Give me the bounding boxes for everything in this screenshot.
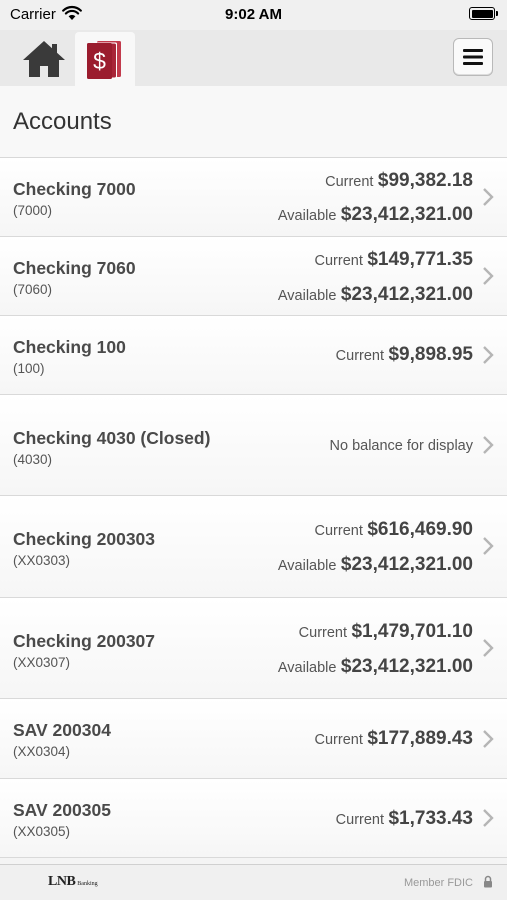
accounts-dollar-icon: $ bbox=[87, 41, 121, 79]
footer: LNB Banking Member FDIC bbox=[0, 864, 507, 900]
page-header: Accounts bbox=[0, 86, 507, 158]
account-name: Checking 100 bbox=[13, 337, 126, 357]
account-number: (4030) bbox=[13, 452, 53, 467]
balance-label: Current bbox=[314, 732, 363, 748]
chevron-right-icon bbox=[483, 436, 494, 454]
chevron-right-icon bbox=[483, 730, 494, 748]
balance-amount: $99,382.18 bbox=[377, 170, 473, 191]
account-number: (100) bbox=[13, 361, 45, 376]
account-name: Checking 7000 bbox=[13, 179, 136, 199]
current-balance: Current $1,479,701.10 bbox=[299, 621, 473, 643]
status-bar: Carrier 9:02 AM bbox=[0, 0, 507, 30]
account-number: (7060) bbox=[13, 282, 53, 297]
account-name: Checking 4030 (Closed) bbox=[13, 428, 211, 448]
balance-label: Current bbox=[335, 812, 385, 828]
account-number: (XX0305) bbox=[13, 824, 71, 839]
balance-label: Available bbox=[277, 660, 337, 676]
home-icon bbox=[23, 41, 65, 77]
account-row[interactable]: Checking 4030 (Closed) (4030) No balance… bbox=[0, 395, 507, 496]
no-balance-message: No balance for display bbox=[329, 438, 473, 454]
account-name: SAV 200304 bbox=[13, 720, 111, 740]
bank-logo: LNB Banking bbox=[48, 874, 98, 890]
hamburger-menu-icon bbox=[463, 49, 483, 65]
menu-button[interactable] bbox=[453, 38, 493, 76]
chevron-right-icon bbox=[483, 537, 494, 555]
available-balance: Available $23,412,321.00 bbox=[278, 204, 473, 226]
balance-label: Current bbox=[298, 625, 348, 641]
account-row[interactable]: Checking 200307 (XX0307) Current $1,479,… bbox=[0, 598, 507, 699]
available-balance: Available $23,412,321.00 bbox=[278, 554, 473, 576]
chevron-right-icon bbox=[483, 809, 494, 827]
page-title: Accounts bbox=[13, 108, 112, 135]
current-balance: Current $99,382.18 bbox=[325, 170, 473, 192]
balance-amount: $23,412,321.00 bbox=[340, 656, 473, 677]
member-fdic-label: Member FDIC bbox=[403, 877, 473, 889]
balance-amount: $177,889.43 bbox=[367, 728, 473, 749]
available-balance: Available $23,412,321.00 bbox=[278, 656, 473, 678]
account-name: SAV 200305 bbox=[13, 800, 111, 820]
current-balance: Current $9,898.95 bbox=[336, 344, 473, 366]
account-row[interactable]: SAV 200305 (XX0305) Current $1,733.43 bbox=[0, 779, 507, 858]
account-row[interactable]: Checking 7000 (7000) Current $99,382.18 … bbox=[0, 158, 507, 237]
tab-accounts[interactable]: $ bbox=[75, 32, 135, 86]
balance-label: Current bbox=[314, 253, 363, 269]
account-number: (XX0303) bbox=[13, 553, 71, 568]
logo-mark: LNB bbox=[48, 874, 76, 889]
balance-label: Current bbox=[314, 523, 363, 539]
balance-label: Current bbox=[335, 348, 385, 364]
balance-label: Available bbox=[277, 208, 337, 224]
balance-label: Available bbox=[277, 558, 337, 574]
balance-amount: $1,479,701.10 bbox=[351, 621, 473, 642]
account-row[interactable]: Checking 7060 (7060) Current $149,771.35… bbox=[0, 237, 507, 316]
account-number: (XX0307) bbox=[13, 655, 71, 670]
account-name: Checking 7060 bbox=[13, 258, 136, 278]
balance-amount: $23,412,321.00 bbox=[340, 204, 473, 225]
current-balance: Current $149,771.35 bbox=[315, 249, 473, 271]
balance-amount: $149,771.35 bbox=[367, 249, 473, 270]
current-balance: Current $616,469.90 bbox=[315, 519, 473, 541]
balance-amount: $616,469.90 bbox=[367, 519, 473, 540]
current-balance: Current $1,733.43 bbox=[336, 808, 473, 830]
account-row[interactable]: Checking 100 (100) Current $9,898.95 bbox=[0, 316, 507, 395]
chevron-right-icon bbox=[483, 346, 494, 364]
account-number: (7000) bbox=[13, 203, 53, 218]
tab-home[interactable] bbox=[14, 32, 74, 86]
balance-label: Current bbox=[325, 174, 374, 190]
available-balance: Available $23,412,321.00 bbox=[278, 284, 473, 306]
lock-icon bbox=[484, 875, 492, 888]
balance-amount: $23,412,321.00 bbox=[340, 554, 473, 575]
svg-text:$: $ bbox=[93, 48, 106, 74]
balance-label: Available bbox=[277, 288, 337, 304]
account-row[interactable]: SAV 200304 (XX0304) Current $177,889.43 bbox=[0, 699, 507, 779]
balance-amount: $23,412,321.00 bbox=[340, 284, 473, 305]
account-row[interactable]: Checking 200303 (XX0303) Current $616,46… bbox=[0, 496, 507, 598]
chevron-right-icon bbox=[483, 267, 494, 285]
balance-amount: $1,733.43 bbox=[388, 808, 473, 829]
battery-icon bbox=[469, 7, 498, 20]
logo-subtext: Banking bbox=[77, 881, 98, 887]
account-number: (XX0304) bbox=[13, 744, 71, 759]
current-balance: Current $177,889.43 bbox=[315, 728, 473, 750]
clock: 9:02 AM bbox=[225, 6, 282, 23]
account-name: Checking 200307 bbox=[13, 631, 156, 651]
balance-amount: $9,898.95 bbox=[388, 344, 473, 365]
chevron-right-icon bbox=[483, 639, 494, 657]
nav-bar: $ bbox=[0, 30, 507, 86]
account-name: Checking 200303 bbox=[13, 529, 156, 549]
chevron-right-icon bbox=[483, 188, 494, 206]
